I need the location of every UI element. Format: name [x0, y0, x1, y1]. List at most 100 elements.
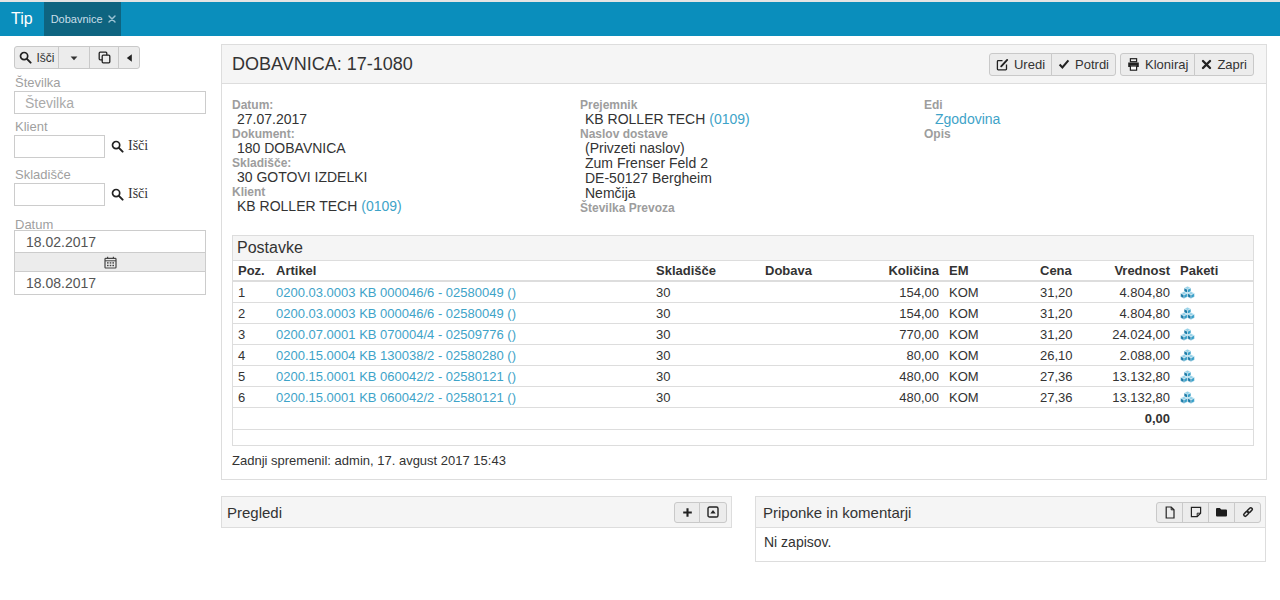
kloniraj-button[interactable]: Kloniraj — [1120, 53, 1195, 76]
klient-doc-label: Klient — [232, 185, 572, 199]
folder-button[interactable] — [1208, 502, 1235, 523]
zgodovina-link[interactable]: Zgodovina — [935, 111, 1000, 127]
datum-doc-label: Datum: — [232, 98, 572, 112]
item-paketi-link[interactable] — [1180, 286, 1248, 299]
skladisce-search-link[interactable]: Išči — [111, 186, 148, 202]
dropdown-caret-button[interactable] — [58, 46, 90, 69]
item-cena: 26,10 — [1035, 345, 1073, 366]
app-brand[interactable]: Tip — [0, 2, 44, 36]
item-kolicina: 80,00 — [880, 345, 944, 366]
search-icon — [111, 140, 124, 153]
item-poz: 3 — [233, 324, 271, 345]
items-total-row: 0,00 — [233, 408, 1253, 430]
plus-icon — [682, 507, 693, 518]
item-cena: 31,20 — [1035, 324, 1073, 345]
item-artikel-link[interactable]: 0200.15.0004 KB 130038/2 - 02580280 () — [276, 348, 516, 363]
item-paketi — [1175, 303, 1253, 324]
item-paketi-link[interactable] — [1180, 328, 1248, 341]
tab-close-icon[interactable] — [107, 14, 117, 24]
prejemnik-name: KB ROLLER TECH — [585, 111, 709, 127]
item-artikel-link[interactable]: 0200.03.0003 KB 000046/6 - 02580049 () — [276, 285, 516, 300]
item-paketi — [1175, 324, 1253, 345]
uredi-label: Uredi — [1014, 57, 1045, 72]
item-em: KOM — [944, 345, 1035, 366]
item-dobava — [760, 387, 880, 408]
item-row: 4 0200.15.0004 KB 130038/2 - 02580280 () 3… — [233, 345, 1253, 366]
col-cena: Cena — [1035, 261, 1073, 281]
items-empty-row — [233, 430, 1253, 445]
item-row: 3 0200.07.0001 KB 070004/4 - 02509776 () 3… — [233, 324, 1253, 345]
item-artikel-link[interactable]: 0200.03.0003 KB 000046/6 - 02580049 () — [276, 306, 516, 321]
item-artikel: 0200.15.0001 KB 060042/2 - 02580121 () — [271, 366, 651, 387]
caret-square-up-button[interactable] — [699, 502, 727, 523]
item-poz: 6 — [233, 387, 271, 408]
uredi-button[interactable]: Uredi — [989, 53, 1052, 76]
item-paketi-link[interactable] — [1180, 349, 1248, 362]
file-button[interactable] — [1156, 502, 1183, 523]
items-header-row: Poz. Artikel Skladišče Dobava Količina E… — [233, 261, 1253, 281]
collapse-left-button[interactable] — [118, 46, 140, 69]
potrdi-label: Potrdi — [1075, 57, 1109, 72]
klient-code-link[interactable]: (0109) — [361, 198, 401, 214]
caret-square-up-icon — [707, 506, 719, 518]
note-button[interactable] — [1182, 502, 1209, 523]
prevoz-label: Številka Prevoza — [580, 201, 916, 215]
item-cena: 31,20 — [1035, 303, 1073, 324]
cubes-icon — [1180, 391, 1195, 404]
document-details: Datum: 27.07.2017 Dokument: 180 DOBAVNIC… — [232, 98, 1254, 235]
item-artikel-link[interactable]: 0200.15.0001 KB 060042/2 - 02580121 () — [276, 369, 516, 384]
item-poz: 2 — [233, 303, 271, 324]
link-button[interactable] — [1234, 502, 1261, 523]
pregledi-panel: Pregledi — [221, 496, 732, 528]
clone-button[interactable] — [89, 46, 119, 69]
zapri-button[interactable]: Zapri — [1194, 53, 1254, 76]
zapri-label: Zapri — [1217, 57, 1247, 72]
details-column-2: Prejemnik KB ROLLER TECH (0109) Naslov d… — [580, 98, 916, 215]
item-artikel-link[interactable]: 0200.07.0001 KB 070004/4 - 02509776 () — [276, 327, 516, 342]
item-em: KOM — [944, 324, 1035, 345]
date-from-input[interactable] — [15, 231, 205, 252]
item-skladisce: 30 — [651, 324, 760, 345]
item-paketi — [1175, 387, 1253, 408]
klient-label: Klient — [15, 119, 48, 134]
prejemnik-code-link[interactable]: (0109) — [709, 111, 749, 127]
document-panel: DOBAVNICA: 17-1080 Uredi Potrd — [221, 44, 1267, 480]
details-column-1: Datum: 27.07.2017 Dokument: 180 DOBAVNIC… — [232, 98, 572, 214]
filter-sidebar: Išči Številka Klient — [14, 46, 206, 306]
naslov-line-3: DE-50127 Bergheim — [580, 171, 916, 186]
document-panel-body: Datum: 27.07.2017 Dokument: 180 DOBAVNIC… — [222, 84, 1266, 480]
skladisce-input[interactable] — [14, 183, 105, 206]
total-vrednost: 0,00 — [1073, 408, 1175, 430]
search-button[interactable]: Išči — [14, 46, 59, 69]
item-paketi-link[interactable] — [1180, 307, 1248, 320]
item-artikel-link[interactable]: 0200.15.0001 KB 060042/2 - 02580121 () — [276, 390, 516, 405]
stevilka-input[interactable] — [14, 91, 206, 114]
date-picker-button[interactable] — [15, 252, 205, 272]
item-poz: 4 — [233, 345, 271, 366]
tab-label: Dobavnice — [51, 13, 103, 25]
pregledi-title: Pregledi — [227, 504, 282, 521]
klient-input[interactable] — [14, 135, 105, 158]
item-artikel: 0200.03.0003 KB 000046/6 - 02580049 () — [271, 281, 651, 303]
clone-icon — [98, 51, 111, 64]
link-icon — [1242, 506, 1254, 518]
sidebar-toolbar: Išči — [14, 46, 140, 69]
items-panel-title: Postavke — [233, 236, 1253, 261]
tab-dobavnice[interactable]: Dobavnice — [44, 2, 121, 36]
item-paketi-link[interactable] — [1180, 370, 1248, 383]
col-artikel: Artikel — [271, 261, 651, 281]
naslov-label: Naslov dostave — [580, 127, 916, 141]
item-skladisce: 30 — [651, 345, 760, 366]
item-em: KOM — [944, 387, 1035, 408]
item-kolicina: 770,00 — [880, 324, 944, 345]
item-paketi-link[interactable] — [1180, 391, 1248, 404]
item-vrednost: 24.024,00 — [1073, 324, 1175, 345]
klient-search-link[interactable]: Išči — [111, 138, 148, 154]
add-button[interactable] — [674, 502, 700, 523]
priponke-body: Ni zapisov. — [756, 528, 1265, 557]
naslov-line-2: Zum Frenser Feld 2 — [580, 156, 916, 171]
potrdi-button[interactable]: Potrdi — [1051, 53, 1116, 76]
date-to-input[interactable] — [15, 272, 205, 294]
edit-icon — [996, 58, 1009, 71]
search-button-label: Išči — [37, 51, 55, 65]
